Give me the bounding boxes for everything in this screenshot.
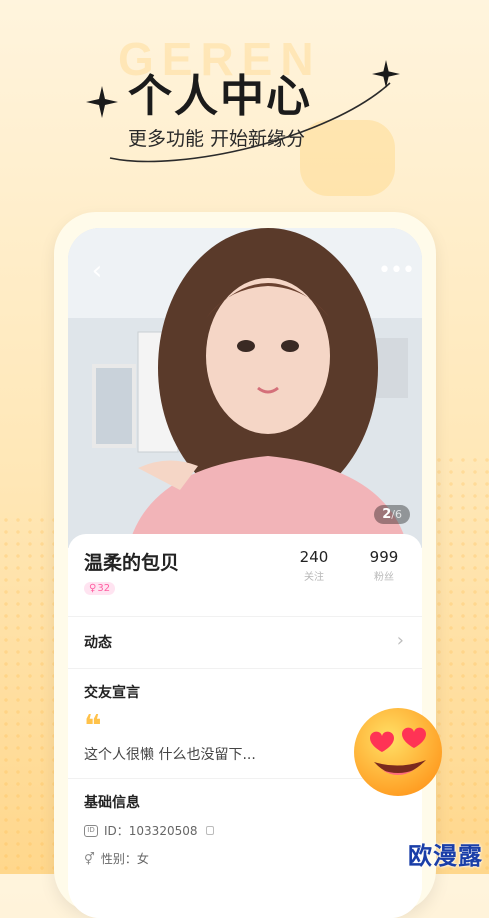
- fans-stat[interactable]: 999 粉丝: [366, 548, 402, 583]
- sparkle-icon: [372, 60, 400, 88]
- quote-icon: ❝: [84, 709, 102, 744]
- declaration-text: 这个人很懒 什么也没留下...: [84, 747, 256, 763]
- chevron-right-icon: ›: [396, 630, 404, 651]
- photo-counter-current: 2: [382, 507, 392, 522]
- phone-mockup: ‹ ••• 2/6 温柔的包贝 ♀ 32 240 关注 999 粉丝 动态 › …: [54, 212, 436, 918]
- heart-eyes-emoji-icon: [354, 708, 442, 796]
- page-subtitle: 更多功能 开始新缘分: [128, 128, 306, 150]
- photo-counter: 2/6: [374, 505, 410, 524]
- declaration-label: 交友宣言: [84, 685, 140, 701]
- nickname: 温柔的包贝: [84, 552, 180, 574]
- follow-label: 关注: [304, 572, 324, 583]
- divider: [68, 668, 422, 669]
- gender-value: 性别：女: [100, 852, 149, 866]
- gender-symbol-icon: ⚥: [84, 851, 95, 866]
- follow-stat[interactable]: 240 关注: [296, 548, 332, 583]
- photo-counter-total: 6: [395, 508, 402, 521]
- basic-info-label: 基础信息: [84, 795, 140, 811]
- profile-photo-illustration: [68, 228, 422, 548]
- id-value: ID：103320508: [104, 824, 198, 838]
- profile-screen: ‹ ••• 2/6 温柔的包贝 ♀ 32 240 关注 999 粉丝 动态 › …: [68, 228, 422, 918]
- more-options-icon[interactable]: •••: [378, 256, 415, 286]
- divider: [68, 616, 422, 617]
- sparkle-icon: [86, 86, 118, 118]
- age-value: 32: [97, 583, 111, 594]
- fans-count: 999: [369, 548, 399, 566]
- id-card-icon: ID: [84, 824, 98, 837]
- profile-photo[interactable]: ‹ ••• 2/6: [68, 228, 422, 548]
- watermark: 欧漫露: [408, 842, 483, 870]
- dynamic-row[interactable]: 动态 ›: [68, 618, 422, 668]
- dynamic-label: 动态: [84, 635, 112, 651]
- age-badge: ♀ 32: [84, 582, 116, 595]
- id-row: ID ID：103320508: [84, 822, 214, 839]
- back-arrow-icon[interactable]: ‹: [82, 256, 112, 286]
- follow-count: 240: [299, 548, 329, 566]
- fans-label: 粉丝: [374, 572, 394, 583]
- copy-icon[interactable]: [205, 826, 214, 835]
- page-title: 个人中心: [128, 71, 312, 122]
- female-icon: ♀: [89, 583, 97, 594]
- gender-row: ⚥ 性别：女: [84, 850, 149, 867]
